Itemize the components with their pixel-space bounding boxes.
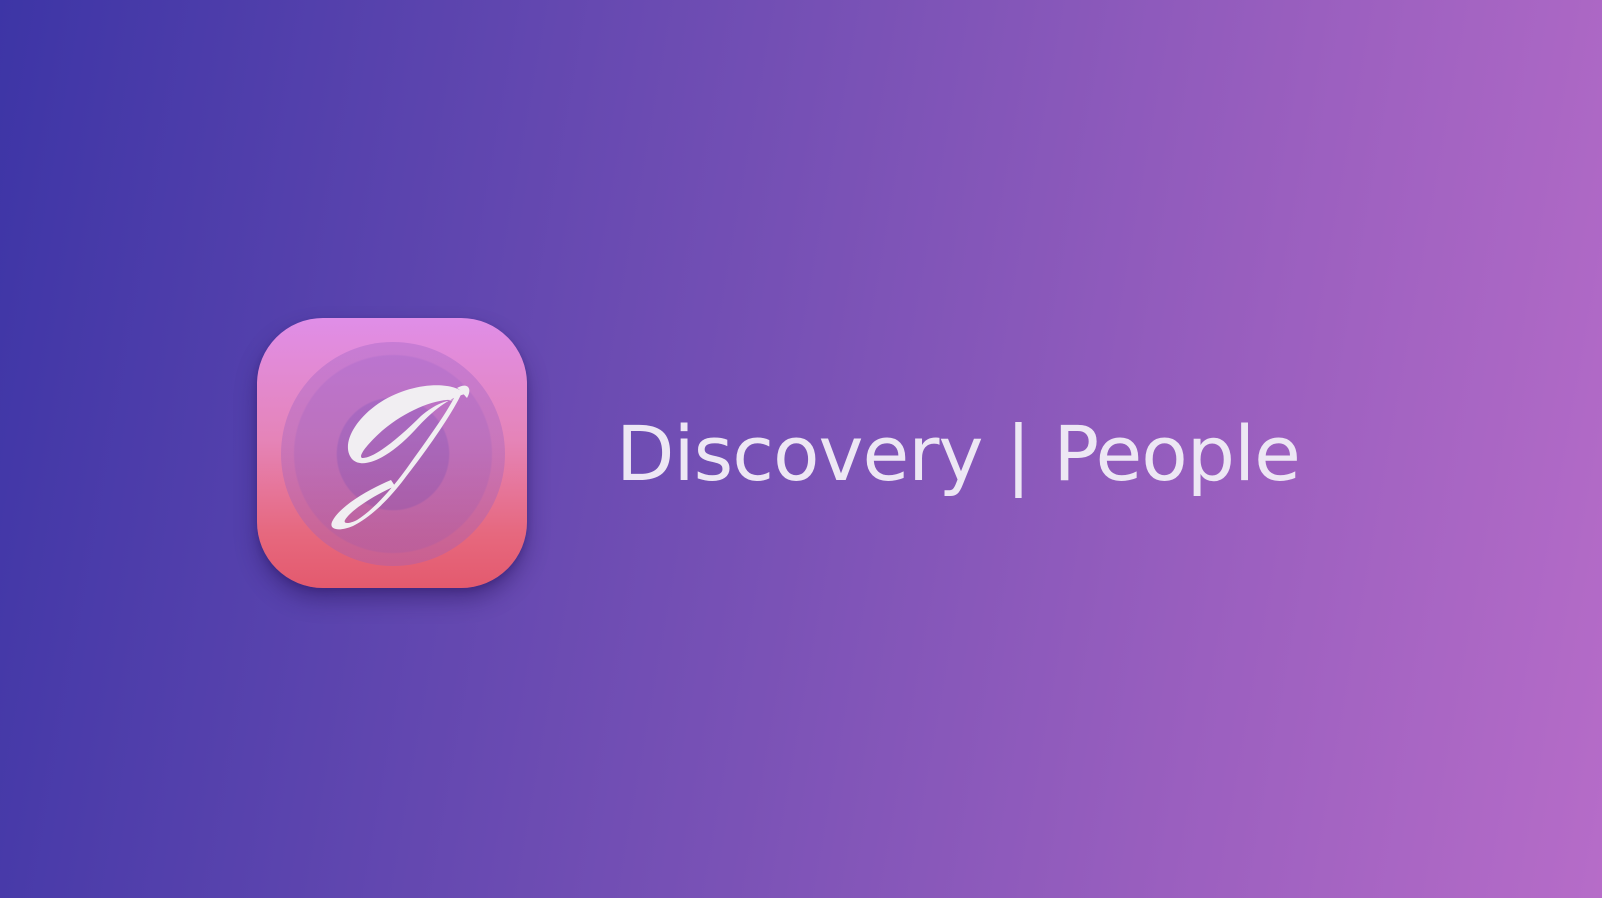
script-g-logo-icon [331,385,470,530]
app-title: Discovery | People [616,409,1301,498]
app-logo [257,318,527,588]
splash-screen: Discovery | People [0,0,1602,898]
